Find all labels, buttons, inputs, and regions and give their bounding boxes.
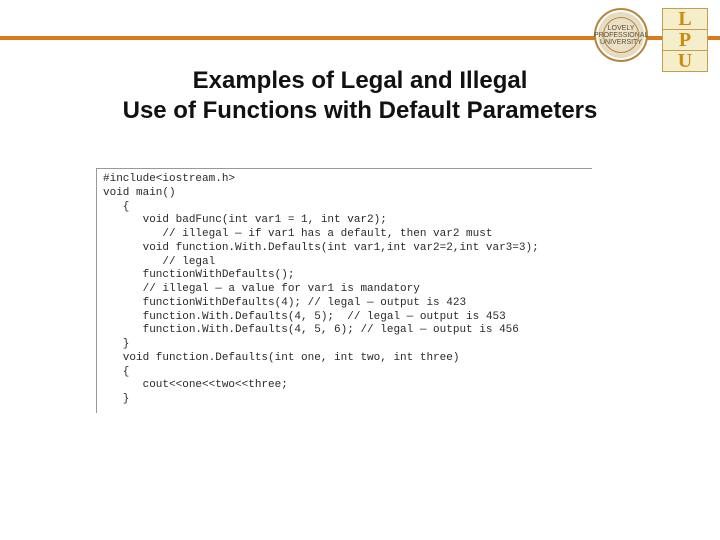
- university-seal: LOVELY PROFESSIONAL UNIVERSITY: [594, 8, 648, 62]
- code-panel: #include<iostream.h> void main() { void …: [96, 168, 592, 413]
- slide-title: Examples of Legal and Illegal Use of Fun…: [0, 66, 720, 126]
- title-line-2: Use of Functions with Default Parameters: [0, 96, 720, 126]
- title-line-1: Examples of Legal and Illegal: [0, 66, 720, 96]
- logo-letter-l: L: [663, 9, 707, 29]
- lpu-logo: L P U: [662, 8, 708, 72]
- logo-letter-p: P: [663, 29, 707, 50]
- seal-text: LOVELY PROFESSIONAL UNIVERSITY: [594, 25, 648, 46]
- code-block: #include<iostream.h> void main() { void …: [103, 173, 586, 407]
